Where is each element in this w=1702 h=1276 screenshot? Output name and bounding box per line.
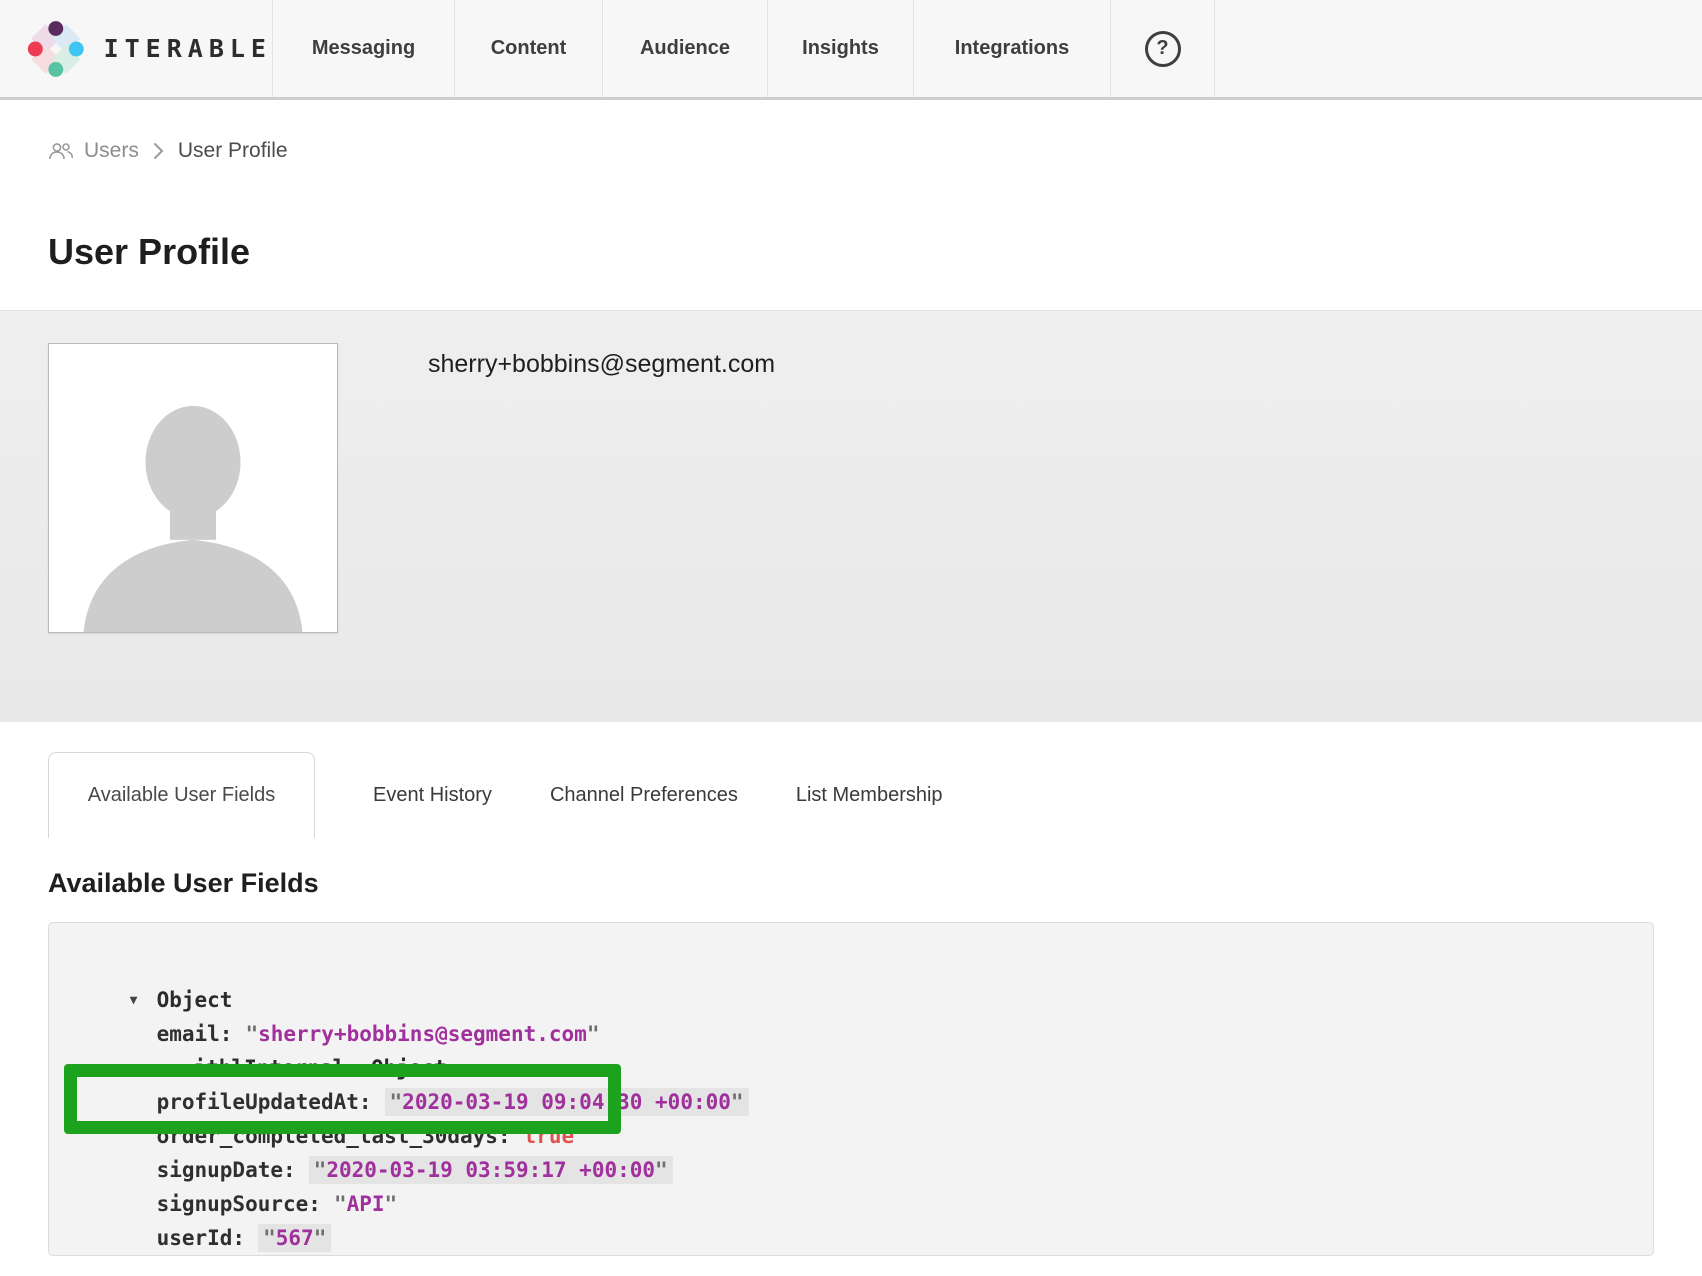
object-viewer: ▼Object email:"sherry+bobbins@segment.co…	[48, 922, 1654, 1256]
page-title: User Profile	[48, 228, 1702, 276]
profile-banner: sherry+bobbins@segment.com	[0, 310, 1702, 722]
field-key: signupDate:	[157, 1158, 296, 1182]
users-icon	[48, 141, 74, 161]
object-label: Object	[157, 988, 233, 1012]
field-value: "API"	[334, 1192, 397, 1216]
field-row-email: email:"sherry+bobbins@segment.com"	[49, 983, 1653, 1017]
breadcrumb-current: User Profile	[178, 139, 288, 163]
top-nav: ITERABLE Messaging Content Audience Insi…	[0, 0, 1702, 100]
field-value: "567"	[258, 1224, 331, 1252]
breadcrumb-chevron-icon	[153, 142, 164, 160]
nav-item-integrations[interactable]: Integrations	[913, 0, 1110, 97]
iterable-logo-icon	[26, 18, 86, 80]
section-heading: Available User Fields	[48, 868, 1702, 904]
tab-list-membership[interactable]: List Membership	[796, 752, 943, 838]
breadcrumb-users-label: Users	[84, 139, 139, 163]
field-key: order_completed_last_30days:	[157, 1124, 511, 1148]
tab-channel-preferences[interactable]: Channel Preferences	[550, 752, 738, 838]
nav-item-audience[interactable]: Audience	[602, 0, 767, 97]
field-key: profileUpdatedAt:	[157, 1090, 372, 1114]
field-key: userId:	[157, 1226, 246, 1250]
tab-bar: Available User Fields Event History Chan…	[48, 752, 1702, 838]
collapse-toggle-icon[interactable]: ▼	[130, 984, 157, 1018]
brand-wordmark: ITERABLE	[104, 34, 272, 63]
nav-item-content[interactable]: Content	[454, 0, 602, 97]
field-value: true	[524, 1124, 575, 1148]
field-value: "sherry+bobbins@segment.com"	[245, 1022, 599, 1046]
tab-available-user-fields[interactable]: Available User Fields	[48, 752, 315, 838]
field-value: "2020-03-19 09:04:30 +00:00"	[385, 1088, 749, 1116]
profile-email: sherry+bobbins@segment.com	[428, 347, 775, 381]
field-value: "2020-03-19 03:59:17 +00:00"	[309, 1156, 673, 1184]
field-value: Object	[371, 1056, 447, 1080]
nav-item-messaging[interactable]: Messaging	[272, 0, 454, 97]
nav-spacer	[1215, 0, 1702, 97]
breadcrumb: Users User Profile	[48, 136, 1702, 166]
field-key: email:	[157, 1022, 233, 1046]
avatar	[48, 343, 338, 633]
field-key: signupSource:	[157, 1192, 321, 1216]
expand-toggle-icon[interactable]: ►	[164, 1052, 194, 1086]
tab-event-history[interactable]: Event History	[373, 752, 492, 838]
breadcrumb-users-link[interactable]: Users	[48, 139, 139, 163]
field-key: itblInternal:	[194, 1056, 358, 1080]
brand[interactable]: ITERABLE	[0, 0, 272, 97]
help-icon[interactable]: ?	[1145, 31, 1181, 67]
field-row-root: ▼Object	[49, 949, 1653, 983]
avatar-silhouette-icon	[49, 344, 337, 632]
nav-item-insights[interactable]: Insights	[767, 0, 913, 97]
help-cell: ?	[1110, 0, 1215, 97]
